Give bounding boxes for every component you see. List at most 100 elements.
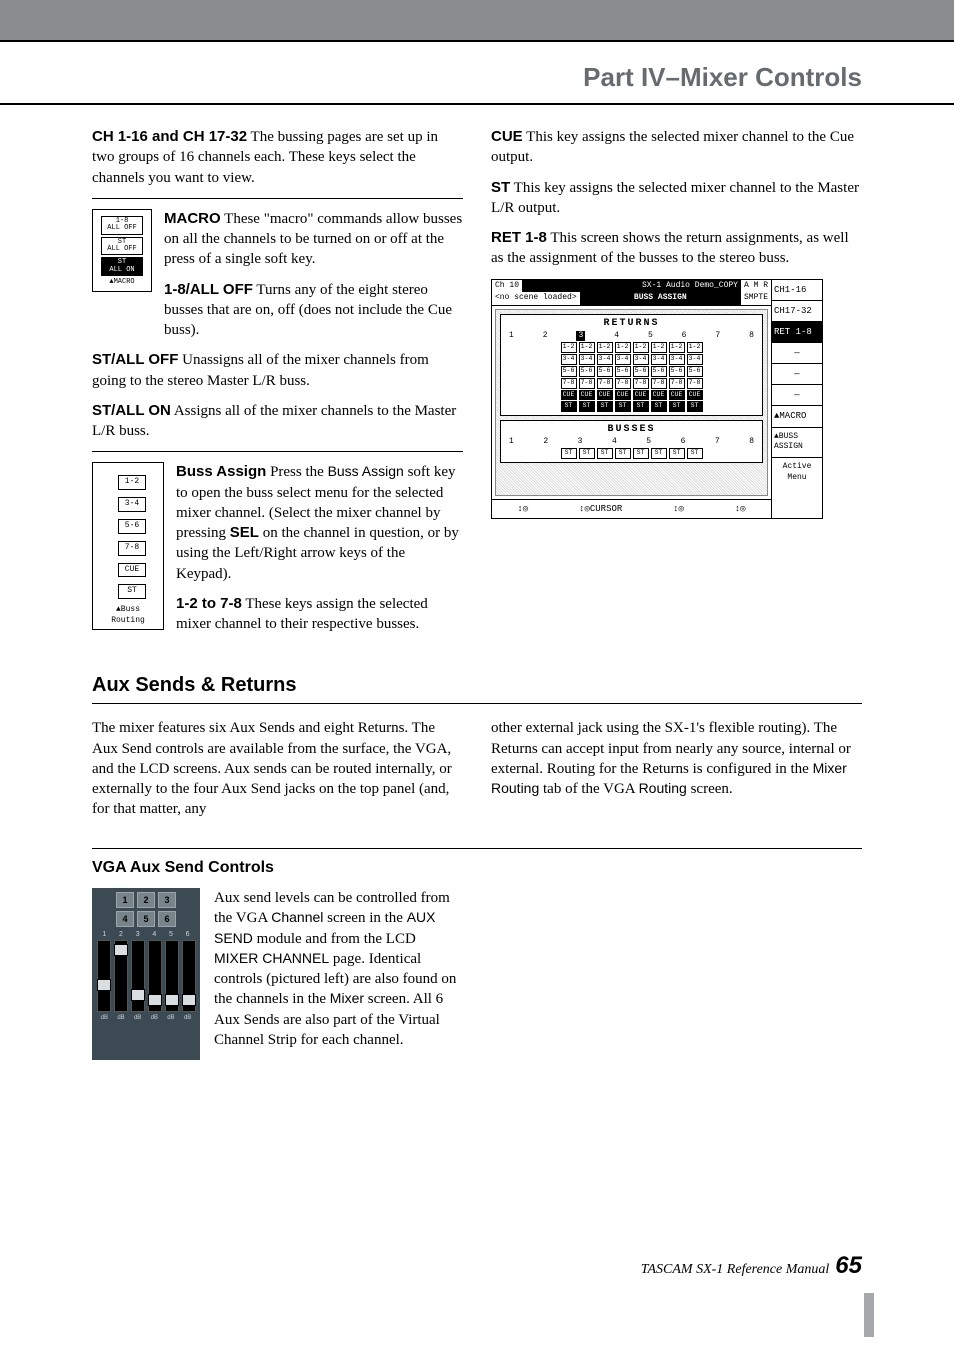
lcd-sk-active: Active Menu <box>772 458 822 488</box>
key-mixerchannel: MIXER CHANNEL <box>214 950 329 966</box>
aux-btn-1: 1 <box>116 892 134 908</box>
lcd-returns-nums: 12345678 <box>505 331 758 342</box>
lcd-screenshot: Ch 10 SX-1 Audio Demo_COPY A M R <no sce… <box>491 279 823 520</box>
upper-columns: CH 1-16 and CH 17-32 The bussing pages a… <box>92 127 862 644</box>
bussassign-text: Buss Assign Press the Buss Assign soft k… <box>176 462 463 644</box>
part-title: Part IV–Mixer Controls <box>583 60 862 95</box>
macro-18-title: 1-8/ALL OFF <box>164 281 253 298</box>
lcd-sk-dash1: — <box>772 343 822 364</box>
lcd-busses-nums: 12345678 <box>505 437 758 448</box>
aux-faders <box>96 942 196 1012</box>
aux-scale: 123456 <box>96 930 196 939</box>
buss-cell-56: 5-6 <box>118 519 146 534</box>
lcd-scene: <no scene loaded> <box>492 292 580 305</box>
cue-title: CUE <box>491 128 523 145</box>
macro-block: 1-8ALL OFF STALL OFF STALL ON ▲MACRO MAC… <box>92 209 463 351</box>
ch-title: CH 1-16 and CH 17-32 <box>92 128 247 145</box>
lcd-sk-dash2: — <box>772 364 822 385</box>
left-column: CH 1-16 and CH 17-32 The bussing pages a… <box>92 127 463 644</box>
lcd-screen-name: BUSS ASSIGN <box>580 292 741 305</box>
vga-aux-subtitle: VGA Aux Send Controls <box>92 848 862 879</box>
key-mixer: Mixer <box>330 990 364 1006</box>
ston-title: ST/ALL ON <box>92 402 171 419</box>
buss-cell-cue: CUE <box>118 563 146 578</box>
st-body: This key assigns the selected mixer chan… <box>491 180 859 216</box>
lcd-enc-1: ↕◎ <box>517 503 528 515</box>
buss-cell-st: ST <box>118 584 146 599</box>
ret-title: RET 1-8 <box>491 229 547 246</box>
cue-body: This key assigns the selected mixer chan… <box>491 129 854 165</box>
bussassign-block: 1-2 3-4 5-6 7-8 CUE ST ▲Buss Routing Bus… <box>92 462 463 644</box>
buss-cell-34: 3-4 <box>118 497 146 512</box>
aux-p1: The mixer features six Aux Sends and eig… <box>92 718 463 819</box>
aux-btn-3: 3 <box>158 892 176 908</box>
lcd-row-st: STSTSTSTSTSTSTST <box>505 401 758 412</box>
macro-fig-18: 1-8ALL OFF <box>101 216 143 235</box>
divider <box>92 451 463 452</box>
vga-aux-body: Aux send levels can be controlled from t… <box>214 888 463 1050</box>
macro-text: MACRO These "macro" commands allow busse… <box>164 209 463 351</box>
lcd-busses-panel: BUSSES 12345678 STSTSTSTSTSTSTST <box>500 420 763 463</box>
ba-sel: SEL <box>230 524 259 541</box>
ch-paragraph: CH 1-16 and CH 17-32 The bussing pages a… <box>92 127 463 188</box>
footer-ref: TASCAM SX-1 Reference Manual <box>641 1261 830 1280</box>
lcd-busses-st: STSTSTSTSTSTSTST <box>505 448 758 459</box>
lcd-ch: Ch 10 <box>492 280 522 293</box>
lcd-amr: A M R <box>741 280 771 293</box>
key-channel: Channel <box>271 909 323 925</box>
lcd-sk-dash3: — <box>772 385 822 406</box>
macro-figure: 1-8ALL OFF STALL OFF STALL ON ▲MACRO <box>92 209 152 293</box>
page-content: CH 1-16 and CH 17-32 The bussing pages a… <box>0 105 954 1060</box>
aux-section-title: Aux Sends & Returns <box>92 672 862 704</box>
aux-btn-2: 2 <box>137 892 155 908</box>
aux-send-figure: 1 2 3 4 5 6 123456 <box>92 888 200 1060</box>
buss-fig-caption: ▲Buss Routing <box>96 605 160 627</box>
aux-btn-5: 5 <box>137 911 155 927</box>
aux-btn-4: 4 <box>116 911 134 927</box>
aux-btn-6: 6 <box>158 911 176 927</box>
lcd-smpte: SMPTE <box>741 292 771 305</box>
lcd-footer: ↕◎ ↕◎CURSOR ↕◎ ↕◎ <box>492 499 771 518</box>
thumb-tab <box>864 1293 874 1337</box>
lcd-row-cue: CUECUECUECUECUECUECUECUE <box>505 390 758 401</box>
buss-cell-78: 7-8 <box>118 541 146 556</box>
lcd-cursor: ↕◎CURSOR <box>579 503 622 515</box>
page-footer: TASCAM SX-1 Reference Manual 65 <box>0 1250 954 1282</box>
lcd-row-56: 5-65-65-65-65-65-65-65-6 <box>505 366 758 377</box>
lcd-row-34: 3-43-43-43-43-43-43-43-4 <box>505 354 758 365</box>
macro-fig-ston: STALL ON <box>101 257 143 276</box>
bussassign-title: Buss Assign <box>176 463 266 480</box>
page-header: Part IV–Mixer Controls <box>0 42 954 105</box>
lcd-sk-ret: RET 1-8 <box>772 322 822 343</box>
lcd-sk-macro: ▲MACRO <box>772 406 822 427</box>
lcd-enc-4: ↕◎ <box>735 503 746 515</box>
lcd-titlebar: Ch 10 SX-1 Audio Demo_COPY A M R <box>492 280 771 293</box>
lcd-sk-buss: ▲BUSS ASSIGN <box>772 428 822 459</box>
page-number: 65 <box>835 1250 862 1282</box>
lcd-busses-title: BUSSES <box>505 423 758 437</box>
st-title: ST <box>491 179 510 196</box>
lcd-file: SX-1 Audio Demo_COPY <box>522 280 741 293</box>
aux-key-routing: Routing <box>639 780 687 796</box>
macro-fig-caption: ▲MACRO <box>95 278 149 287</box>
macro-fig-stoff: STALL OFF <box>101 237 143 256</box>
bussassign-figure: 1-2 3-4 5-6 7-8 CUE ST ▲Buss Routing <box>92 462 164 629</box>
lcd-row-78: 7-87-87-87-87-87-87-87-8 <box>505 378 758 389</box>
aux-p2: other external jack using the SX-1's fle… <box>491 718 862 799</box>
right-column: CUE This key assigns the selected mixer … <box>491 127 862 644</box>
buss-cell-12: 1-2 <box>118 475 146 490</box>
aux-db-row: dBdBdBdBdBdB <box>96 1014 196 1022</box>
vga-aux-row: 1 2 3 4 5 6 123456 <box>92 888 862 1060</box>
lcd-returns-panel: RETURNS 12345678 1-21-21-21-21-21-21-21-… <box>500 314 763 416</box>
aux-intro-columns: The mixer features six Aux Sends and eig… <box>92 718 862 829</box>
lcd-enc-3: ↕◎ <box>673 503 684 515</box>
ba-a: Press the <box>266 464 327 480</box>
lcd-returns-title: RETURNS <box>505 317 758 331</box>
ba-12-78-title: 1-2 to 7-8 <box>176 595 242 612</box>
lcd-sk-ch1732: CH17-32 <box>772 301 822 322</box>
lcd-row-12: 1-21-21-21-21-21-21-21-2 <box>505 342 758 353</box>
ba-key-bussassign: Buss Assign <box>328 463 404 479</box>
lcd-softkeys: CH1-16 CH17-32 RET 1-8 — — — ▲MACRO ▲BUS… <box>771 280 822 519</box>
lcd-sk-ch116: CH1-16 <box>772 280 822 301</box>
top-gray-bar <box>0 0 954 42</box>
